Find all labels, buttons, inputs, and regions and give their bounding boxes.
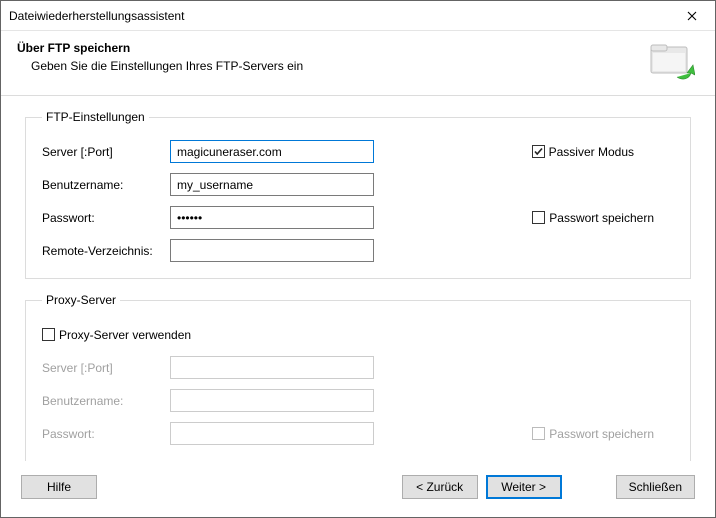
header-title: Über FTP speichern	[17, 41, 699, 55]
next-button[interactable]: Weiter >	[486, 475, 562, 499]
proxy-save-pass-checkbox: Passwort speichern	[532, 427, 654, 441]
proxy-user-label: Benutzername:	[42, 394, 170, 408]
ftp-remote-input[interactable]	[170, 239, 374, 262]
ftp-settings-legend: FTP-Einstellungen	[42, 110, 149, 124]
proxy-save-pass-label: Passwort speichern	[549, 427, 654, 441]
ftp-folder-icon	[647, 37, 695, 88]
help-button[interactable]: Hilfe	[21, 475, 97, 499]
ftp-user-input[interactable]	[170, 173, 374, 196]
back-button[interactable]: < Zurück	[402, 475, 478, 499]
passive-mode-label: Passiver Modus	[549, 145, 634, 159]
proxy-server-label: Server [:Port]	[42, 361, 170, 375]
titlebar: Dateiwiederherstellungsassistent	[1, 1, 715, 31]
wizard-window: Dateiwiederherstellungsassistent Über FT…	[0, 0, 716, 518]
proxy-pass-label: Passwort:	[42, 427, 170, 441]
checkbox-icon	[42, 328, 55, 341]
passive-mode-checkbox[interactable]: Passiver Modus	[532, 145, 634, 159]
ftp-remote-label: Remote-Verzeichnis:	[42, 244, 170, 258]
ftp-pass-input[interactable]	[170, 206, 374, 229]
header-subtitle: Geben Sie die Einstellungen Ihres FTP-Se…	[17, 59, 699, 73]
checkbox-icon	[532, 211, 545, 224]
proxy-legend: Proxy-Server	[42, 293, 120, 307]
proxy-server-input	[170, 356, 374, 379]
ftp-user-label: Benutzername:	[42, 178, 170, 192]
ftp-save-pass-label: Passwort speichern	[549, 211, 654, 225]
close-icon[interactable]	[669, 1, 715, 31]
proxy-user-input	[170, 389, 374, 412]
proxy-pass-input	[170, 422, 374, 445]
checkbox-icon	[532, 427, 545, 440]
ftp-server-input[interactable]	[170, 140, 374, 163]
ftp-settings-group: FTP-Einstellungen Server [:Port] Passive…	[25, 110, 691, 279]
use-proxy-label: Proxy-Server verwenden	[59, 328, 191, 342]
close-button[interactable]: Schließen	[616, 475, 695, 499]
window-title: Dateiwiederherstellungsassistent	[9, 9, 669, 23]
wizard-footer: Hilfe < Zurück Weiter > Schließen	[1, 461, 715, 517]
wizard-body: FTP-Einstellungen Server [:Port] Passive…	[1, 96, 715, 461]
wizard-header: Über FTP speichern Geben Sie die Einstel…	[1, 31, 715, 95]
checkbox-icon	[532, 145, 545, 158]
ftp-save-pass-checkbox[interactable]: Passwort speichern	[532, 211, 654, 225]
ftp-pass-label: Passwort:	[42, 211, 170, 225]
proxy-group: Proxy-Server Proxy-Server verwenden Serv…	[25, 293, 691, 461]
use-proxy-checkbox[interactable]: Proxy-Server verwenden	[42, 328, 191, 342]
ftp-server-label: Server [:Port]	[42, 145, 170, 159]
